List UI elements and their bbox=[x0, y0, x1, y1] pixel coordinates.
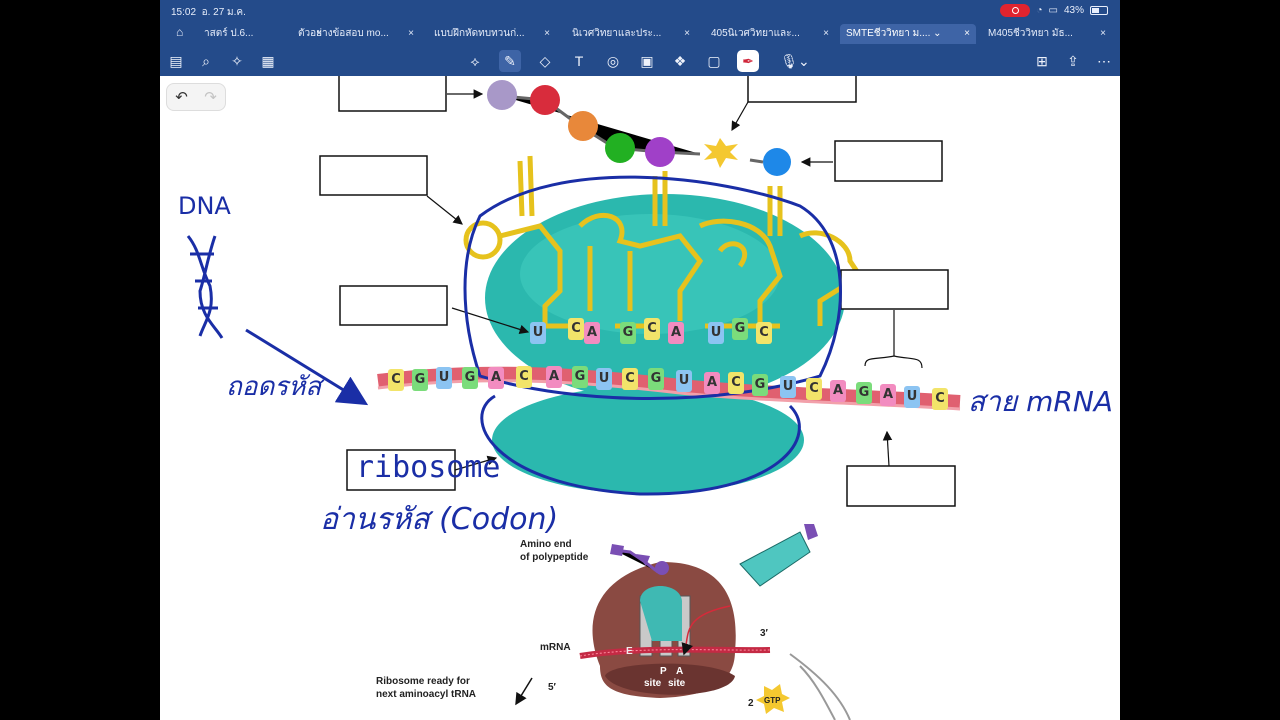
codon-letter: G bbox=[752, 374, 768, 396]
ipad-screen: 15:02 อ. 27 ม.ค. ◔ ▭ 43% ⌂ าสตร์ ป.6... ×… bbox=[160, 0, 1120, 720]
codon-letter: G bbox=[732, 318, 748, 340]
ribosome-label: ribosome bbox=[356, 450, 501, 485]
share-icon[interactable]: ⇪ bbox=[1062, 50, 1084, 72]
elements-icon[interactable]: ❖ bbox=[669, 50, 691, 72]
p-site-text: site bbox=[644, 678, 662, 689]
codon-letter: A bbox=[546, 366, 562, 388]
codon-letter: G bbox=[648, 368, 664, 390]
screen-mirror-icon: ▭ bbox=[1048, 5, 1058, 16]
sidebar-icon[interactable]: ▤ bbox=[165, 50, 187, 72]
codon-letter: C bbox=[756, 322, 772, 344]
pencil-icon[interactable]: ✎ bbox=[499, 50, 521, 72]
tab-6-active[interactable]: SMTEชีววิทยา ม.... ⌄ × bbox=[840, 24, 976, 44]
codon-letter: C bbox=[568, 318, 584, 340]
battery-percent: 43% bbox=[1063, 5, 1084, 16]
status-bar: 15:02 อ. 27 ม.ค. ◔ ▭ 43% bbox=[160, 0, 1120, 22]
codon-letter: C bbox=[806, 378, 822, 400]
codon-letter: C bbox=[622, 368, 638, 390]
codon-letter: A bbox=[668, 322, 684, 344]
codon-letter: C bbox=[644, 318, 660, 340]
p-site-label: P bbox=[660, 666, 667, 677]
codon-letter: U bbox=[596, 368, 612, 390]
screen-recording-icon bbox=[1000, 4, 1031, 17]
lasso-icon[interactable]: ⟡ bbox=[464, 50, 486, 72]
shapes-icon[interactable]: ◎ bbox=[602, 50, 624, 72]
gtp-label: GTP bbox=[764, 696, 781, 705]
close-icon[interactable]: × bbox=[544, 24, 550, 44]
codon-letter: C bbox=[388, 369, 404, 391]
document-tabs: ⌂ าสตร์ ป.6... × ตัวอย่างข้อสอบ mo... × แบ… bbox=[160, 22, 1120, 44]
app-top-bar: 15:02 อ. 27 ม.ค. ◔ ▭ 43% ⌂ าสตร์ ป.6... ×… bbox=[160, 0, 1120, 76]
toolbar: ▤ ⌕ ✧ ▦ ⟡ ✎ ◇ T ◎ ▣ ❖ ▢ ✒ 🎙⌄ ⊞ ⇪ ⋯ bbox=[160, 46, 1120, 76]
battery-icon bbox=[1090, 6, 1108, 15]
e-site-label: E bbox=[626, 646, 633, 657]
codon-reading-label: อ่านรหัส (Codon) bbox=[320, 502, 559, 537]
codon-letter: G bbox=[572, 366, 588, 388]
codon-letter: U bbox=[780, 376, 796, 398]
five-prime-label: 5′ bbox=[548, 682, 556, 693]
home-icon[interactable]: ⌂ bbox=[176, 25, 183, 39]
sparkle-icon[interactable]: ✧ bbox=[226, 50, 248, 72]
codon-letter: G bbox=[462, 367, 478, 389]
tab-2[interactable]: ตัวอย่างข้อสอบ mo... × bbox=[292, 24, 420, 44]
codon-letter: A bbox=[584, 322, 600, 344]
add-page-icon[interactable]: ⊞ bbox=[1031, 50, 1053, 72]
a-site-text: site bbox=[668, 678, 686, 689]
amino-end-label: Amino end bbox=[520, 539, 572, 550]
tab-3[interactable]: แบบฝึกหัดทบทวนก่... × bbox=[428, 24, 556, 44]
ribosome-ready-label-1: Ribosome ready for bbox=[376, 676, 470, 687]
mrna-strand-label: สาย mRNA bbox=[968, 385, 1113, 418]
status-right: ◔ ▭ 43% bbox=[1000, 4, 1108, 17]
close-icon[interactable]: × bbox=[964, 24, 970, 44]
codon-letter: U bbox=[676, 370, 692, 392]
codon-letter: U bbox=[530, 322, 546, 344]
chevron-down-icon[interactable]: ⌄ bbox=[933, 28, 941, 39]
close-icon[interactable]: × bbox=[1100, 24, 1106, 44]
codon-letter: C bbox=[728, 372, 744, 394]
step-number: 2 bbox=[748, 698, 754, 709]
tab-5[interactable]: 405นิเวศวิทยาและ... × bbox=[705, 24, 835, 44]
text-box-icon[interactable]: T bbox=[568, 50, 590, 72]
codon-letter: A bbox=[880, 384, 896, 406]
tab-7[interactable]: M405ชีววิทยา มัธ... × bbox=[982, 24, 1112, 44]
sticky-note-icon[interactable]: ▢ bbox=[703, 50, 725, 72]
status-time-date: 15:02 อ. 27 ม.ค. bbox=[171, 7, 246, 18]
codon-letter: U bbox=[904, 386, 920, 408]
codon-letter: A bbox=[830, 380, 846, 402]
image-icon[interactable]: ▣ bbox=[636, 50, 658, 72]
dna-label: DNA bbox=[178, 192, 231, 220]
note-canvas[interactable]: ↶ ↷ CGUGACAGUCGUACGUCAGAUCUCAGCAUGC DNA … bbox=[160, 76, 1120, 720]
codon-letter: C bbox=[932, 388, 948, 410]
transcription-label: ถอดรหัส bbox=[226, 372, 322, 402]
close-icon[interactable]: × bbox=[684, 24, 690, 44]
codon-letter: G bbox=[620, 322, 636, 344]
codon-letter: A bbox=[704, 372, 720, 394]
ribosome-small-subunit bbox=[492, 386, 804, 494]
codon-letter: G bbox=[412, 369, 428, 391]
undo-redo-bar: ↶ ↷ bbox=[166, 83, 226, 111]
codon-letter: U bbox=[708, 322, 724, 344]
more-icon[interactable]: ⋯ bbox=[1093, 50, 1115, 72]
close-icon[interactable]: × bbox=[823, 24, 829, 44]
redo-icon[interactable]: ↷ bbox=[204, 88, 217, 106]
laser-pen-icon[interactable]: ✒ bbox=[737, 50, 759, 72]
codon-letter: G bbox=[856, 382, 872, 404]
search-icon[interactable]: ⌕ bbox=[195, 50, 217, 72]
codon-letter: C bbox=[516, 366, 532, 388]
close-icon[interactable]: × bbox=[408, 24, 414, 44]
eraser-icon[interactable]: ◇ bbox=[534, 50, 556, 72]
codon-letter: A bbox=[488, 367, 504, 389]
a-site-label: A bbox=[676, 666, 684, 677]
document-icon[interactable]: ▦ bbox=[257, 50, 279, 72]
undo-icon[interactable]: ↶ bbox=[175, 88, 188, 106]
tab-4[interactable]: นิเวศวิทยาและประ... × bbox=[566, 24, 696, 44]
three-prime-label: 3′ bbox=[760, 628, 768, 639]
wifi-icon: ◔ bbox=[1036, 5, 1043, 16]
polypeptide-label: of polypeptide bbox=[520, 552, 589, 563]
microphone-icon[interactable]: 🎙⌄ bbox=[780, 50, 810, 72]
ribosome-ready-label-2: next aminoacyl tRNA bbox=[376, 689, 477, 700]
figure2-mrna-label: mRNA bbox=[540, 642, 571, 653]
codon-letter: U bbox=[436, 367, 452, 389]
